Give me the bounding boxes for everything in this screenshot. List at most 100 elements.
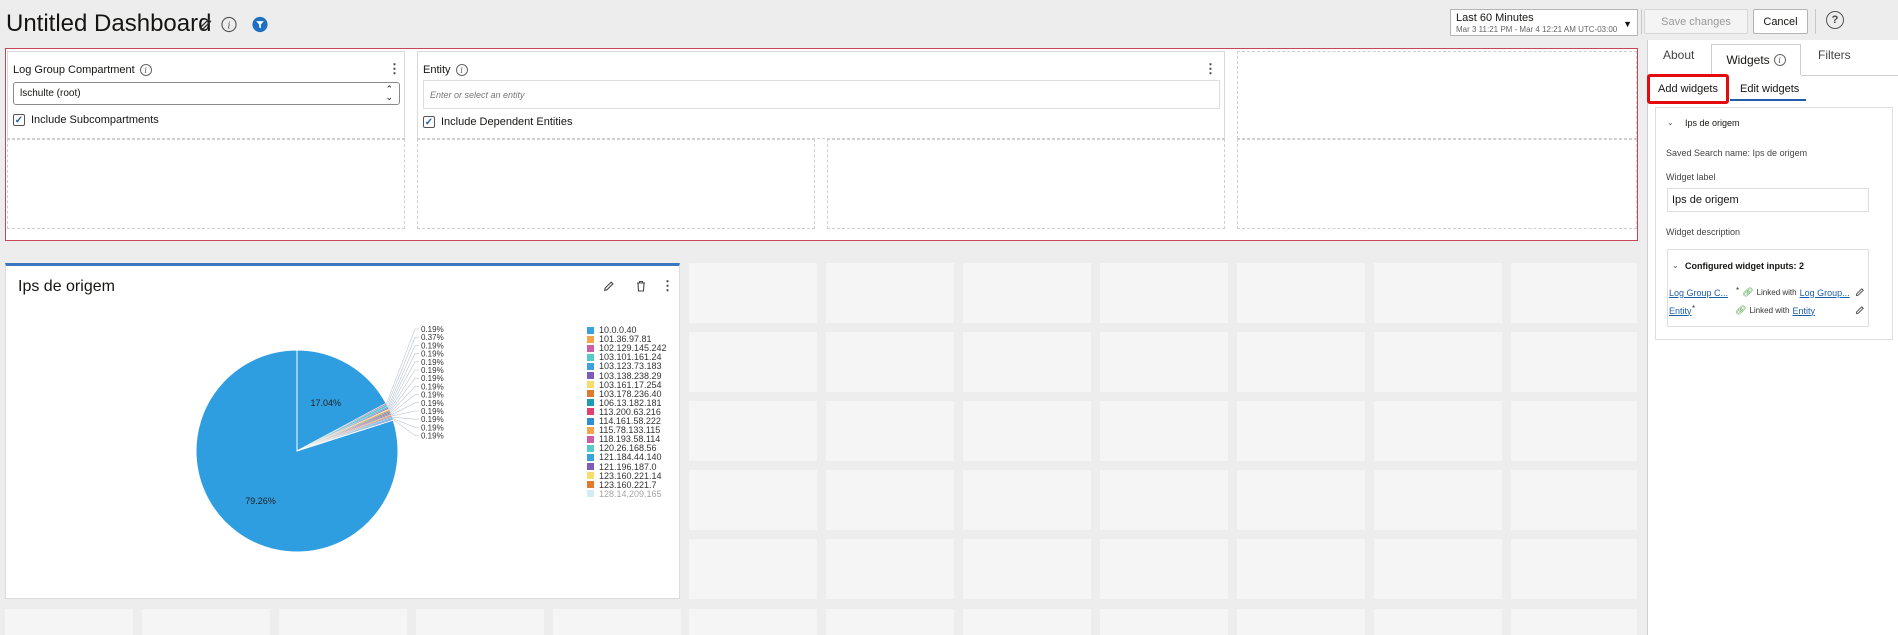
empty-grid-tile xyxy=(689,539,817,599)
slice-label: 79.26% xyxy=(245,496,276,506)
empty-grid-tile xyxy=(1511,609,1637,635)
legend-swatch xyxy=(587,362,594,370)
empty-grid-tile xyxy=(1100,609,1228,635)
entity-input[interactable]: Enter or select an entity xyxy=(423,80,1220,109)
widget-label-input[interactable]: Ips de origem xyxy=(1667,188,1869,212)
time-range-sublabel: Mar 3 11:21 PM - Mar 4 12:21 AM UTC-03:0… xyxy=(1456,25,1618,34)
info-icon[interactable]: i xyxy=(1773,54,1786,66)
empty-grid-tile xyxy=(5,609,133,635)
legend-swatch xyxy=(587,344,594,352)
slice-leader-line xyxy=(391,410,419,417)
legend-swatch xyxy=(587,463,594,470)
empty-grid-tile xyxy=(1511,401,1637,461)
empty-grid-tile xyxy=(826,332,954,392)
required-marker: * xyxy=(1736,286,1740,295)
legend-swatch xyxy=(587,353,594,361)
include-dependent-entities-label: Include Dependent Entities xyxy=(441,116,573,128)
empty-grid-tile xyxy=(1374,539,1502,599)
input-row-entity: Entity * 🔗︎ Linked with Entity xyxy=(1669,304,1815,316)
empty-grid-tile xyxy=(1237,470,1365,530)
empty-grid-tile xyxy=(963,401,1091,461)
include-subcompartments-label: Include Subcompartments xyxy=(31,114,159,126)
tab-filters[interactable]: Filters xyxy=(1818,48,1851,62)
page-title: Untitled Dashboard xyxy=(6,10,212,37)
edit-title-pencil-icon[interactable] xyxy=(198,16,214,32)
legend-item[interactable]: 128.14.209.165 xyxy=(587,489,662,499)
entity-label-row: Entity i xyxy=(423,64,468,76)
compartment-label-row: Log Group Compartment i xyxy=(13,64,152,76)
empty-grid-tile xyxy=(279,609,407,635)
info-icon[interactable]: i xyxy=(221,16,237,32)
filter-icon[interactable] xyxy=(252,16,268,32)
compartment-select[interactable]: lschulte (root) ⌃ ⌄ xyxy=(13,82,400,105)
legend-swatch xyxy=(587,408,594,416)
input-name-link[interactable]: Entity xyxy=(1669,306,1692,316)
include-dependent-entities-row[interactable]: ✓ Include Dependent Entities xyxy=(423,116,572,128)
empty-grid-tile xyxy=(826,470,954,530)
compartment-filter-card: Log Group Compartment i ⋮ lschulte (root… xyxy=(7,51,405,139)
pie-chart-widget[interactable]: Ips de origem ⋮ 17.04% 0.19% 0.37% 0.19% 0.1… xyxy=(5,263,680,599)
slice-leader-line xyxy=(390,386,419,413)
legend-swatch xyxy=(587,372,594,379)
tab-about[interactable]: About xyxy=(1663,48,1694,62)
add-widgets-subtab[interactable]: Add widgets xyxy=(1647,74,1729,104)
legend-label: 128.14.209.165 xyxy=(599,488,662,499)
edit-input-pencil-icon[interactable] xyxy=(1855,304,1865,318)
empty-grid-tile xyxy=(689,263,817,323)
linked-to-link[interactable]: Log Group... xyxy=(1800,288,1850,298)
empty-grid-tile xyxy=(1511,263,1637,323)
chevron-down-icon[interactable]: ⌄ xyxy=(1667,118,1674,127)
info-icon[interactable]: i xyxy=(139,64,152,76)
empty-grid-tile xyxy=(416,609,544,635)
empty-grid-tile xyxy=(1100,470,1228,530)
empty-grid-tile xyxy=(1374,263,1502,323)
tab-widgets-label: Widgets xyxy=(1726,53,1770,67)
entity-filter-card: Entity i ⋮ Enter or select an entity ✓ I… xyxy=(417,51,1225,139)
input-row-log-group: Log Group C... * 🔗︎ Linked with Log Grou… xyxy=(1669,286,1850,298)
chevron-down-icon: ▼ xyxy=(1623,19,1632,29)
tab-widgets[interactable]: Widgets i xyxy=(1711,44,1801,75)
empty-grid-tile xyxy=(689,609,817,635)
edit-input-pencil-icon[interactable] xyxy=(1855,286,1865,300)
configured-inputs-title: Configured widget inputs: 2 xyxy=(1685,261,1804,271)
legend-swatch xyxy=(587,435,594,443)
widget-description-caption: Widget description xyxy=(1666,227,1741,237)
empty-filter-slot xyxy=(827,139,1225,229)
legend-swatch xyxy=(587,472,594,480)
empty-grid-tile xyxy=(1237,263,1365,323)
empty-grid-tile xyxy=(963,263,1091,323)
empty-grid-tile xyxy=(1511,470,1637,530)
chevron-down-icon[interactable]: ⌄ xyxy=(1672,261,1679,270)
compartment-label: Log Group Compartment xyxy=(13,64,135,76)
empty-grid-tile xyxy=(826,539,954,599)
save-changes-button[interactable]: Save changes xyxy=(1644,9,1748,34)
compartment-value: lschulte (root) xyxy=(20,88,81,99)
slice-leader-line xyxy=(388,353,419,409)
help-icon[interactable]: ? xyxy=(1826,11,1844,29)
time-range-select[interactable]: Last 60 Minutes Mar 3 11:21 PM - Mar 4 1… xyxy=(1450,9,1638,36)
legend-swatch xyxy=(587,390,594,398)
slice-leader-line xyxy=(392,416,419,420)
link-icon: 🔗︎ xyxy=(1735,305,1747,315)
empty-grid-tile xyxy=(1237,401,1365,461)
divider xyxy=(1641,9,1642,34)
input-name-link[interactable]: Log Group C... xyxy=(1669,288,1733,298)
include-dependent-entities-checkbox[interactable]: ✓ xyxy=(423,116,435,128)
cancel-button[interactable]: Cancel xyxy=(1753,9,1808,34)
empty-grid-tile xyxy=(963,609,1091,635)
linked-to-link[interactable]: Entity xyxy=(1792,306,1815,316)
include-subcompartments-row[interactable]: ✓ Include Subcompartments xyxy=(13,114,159,126)
empty-grid-tile xyxy=(1374,332,1502,392)
divider xyxy=(1801,75,1898,76)
kebab-menu-icon[interactable]: ⋮ xyxy=(1204,61,1217,77)
linked-with-text: Linked with xyxy=(1749,306,1790,315)
edit-widgets-subtab[interactable]: Edit widgets xyxy=(1740,83,1799,95)
legend-swatch xyxy=(587,399,594,407)
info-icon[interactable]: i xyxy=(455,64,468,76)
empty-grid-tile xyxy=(826,401,954,461)
empty-filter-slot xyxy=(7,139,405,229)
include-subcompartments-checkbox[interactable]: ✓ xyxy=(13,114,25,126)
widget-section-title[interactable]: Ips de origem xyxy=(1685,118,1740,128)
linked-with-text: Linked with xyxy=(1756,288,1797,297)
kebab-menu-icon[interactable]: ⋮ xyxy=(388,61,401,77)
